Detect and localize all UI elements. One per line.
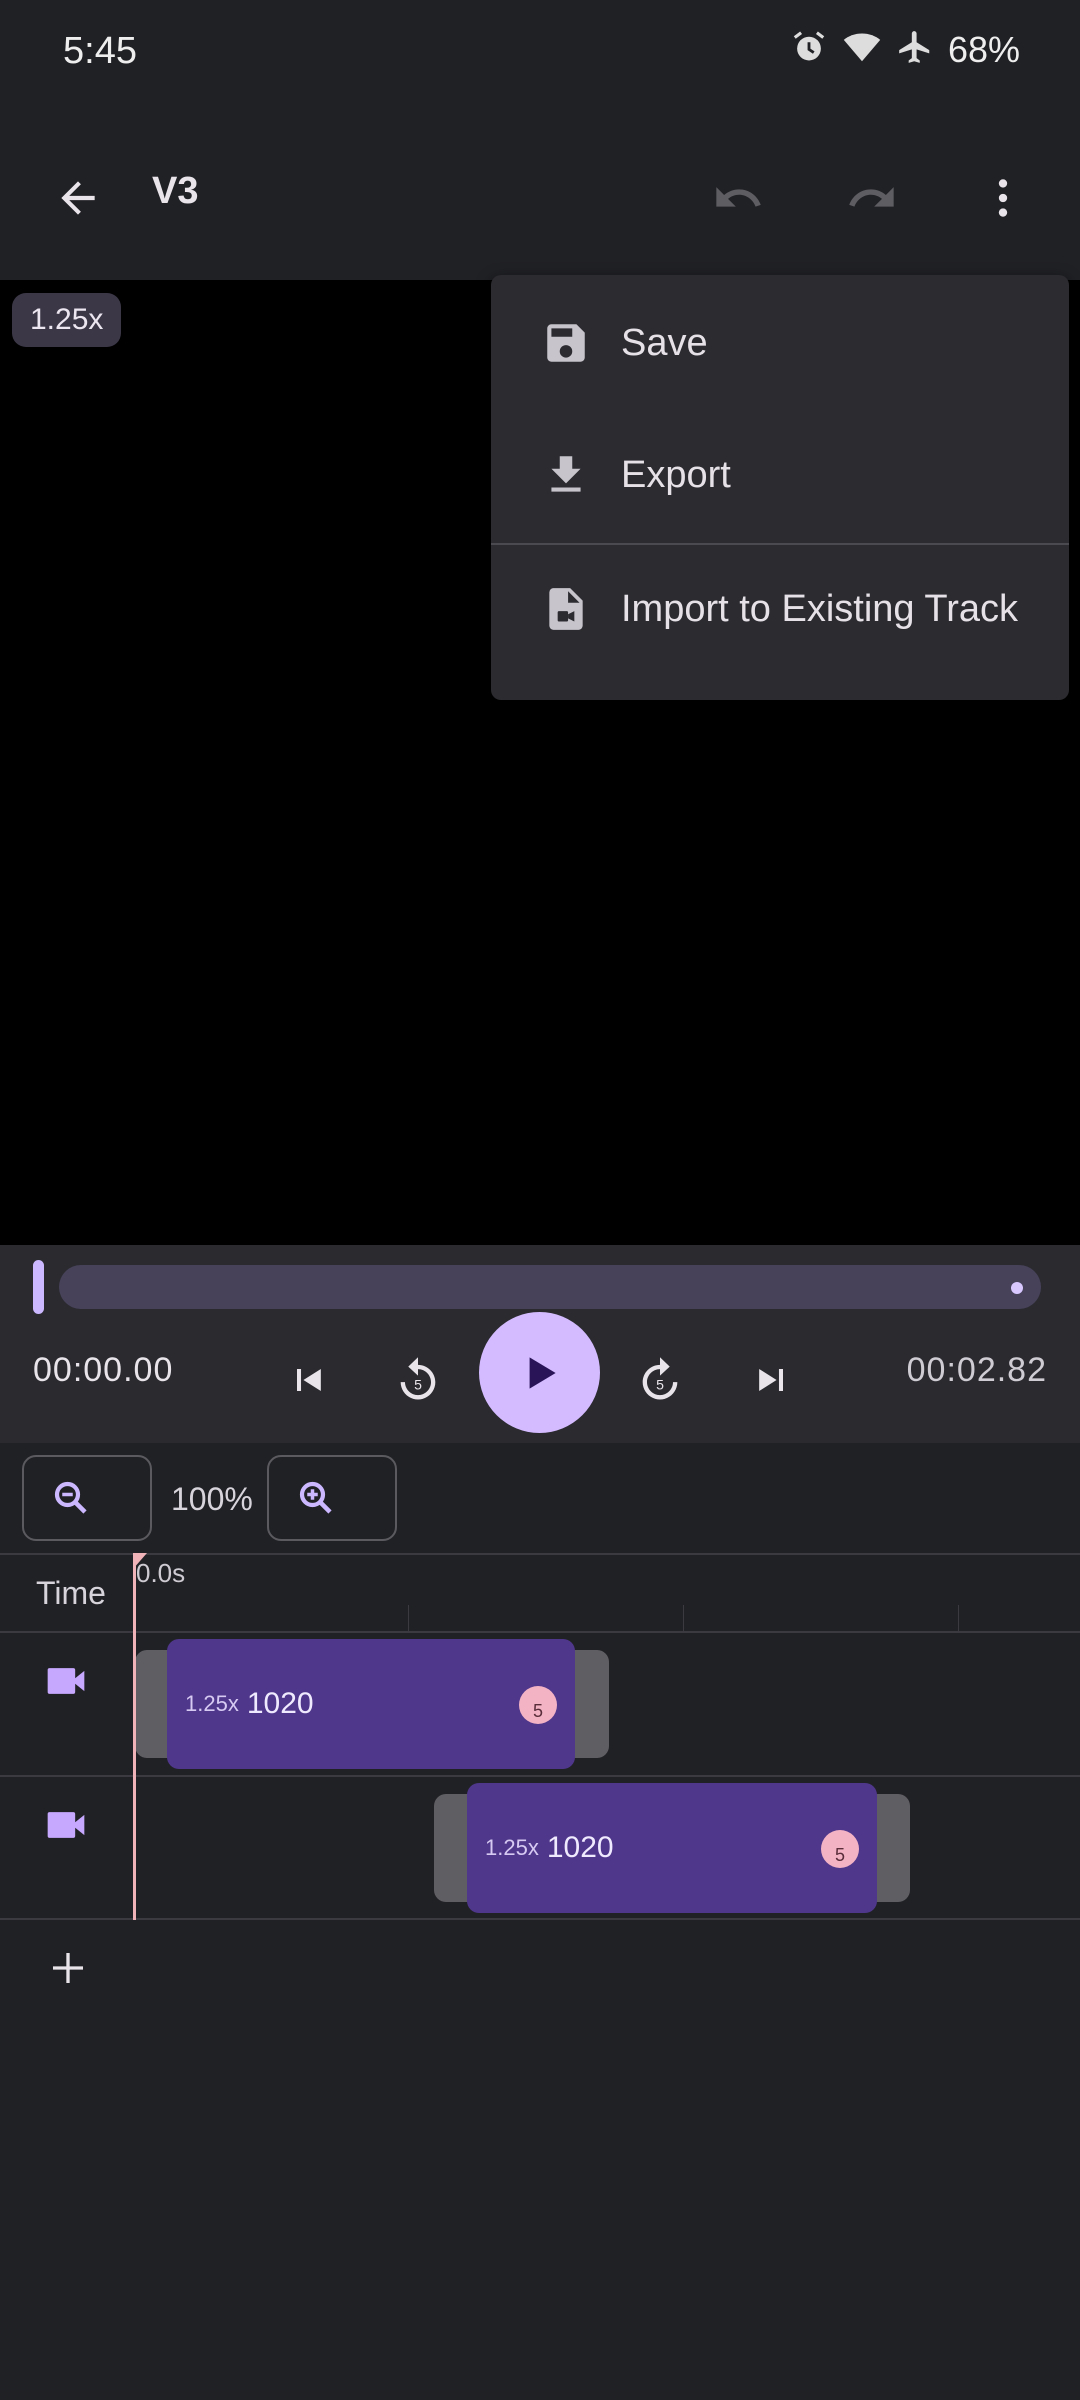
add-track-button[interactable] — [44, 1944, 92, 1992]
plus-icon — [53, 1953, 83, 1983]
menu-item-export[interactable]: Export — [491, 415, 1069, 535]
clip-badge: 5 — [519, 1686, 557, 1724]
zoom-out-button[interactable] — [22, 1455, 152, 1541]
zoom-controls: 100% — [0, 1443, 1080, 1553]
airplane-icon — [896, 28, 934, 71]
clip-badge: 5 — [821, 1830, 859, 1868]
videocam-icon — [47, 1668, 85, 1694]
app-bar: V3 — [0, 110, 1080, 280]
status-bar: 5:45 68% — [0, 0, 1080, 110]
rewind-button[interactable]: 5 — [383, 1345, 453, 1415]
save-icon — [501, 318, 631, 368]
more-options-button[interactable] — [965, 160, 1041, 236]
menu-item-label: Save — [621, 321, 708, 364]
menu-item-import[interactable]: Import to Existing Track — [491, 549, 1069, 669]
wifi-icon — [842, 28, 882, 71]
forward-seconds: 5 — [656, 1377, 664, 1393]
videocam-icon — [47, 1812, 85, 1838]
video-clip[interactable]: 1.25x 1020 5 — [467, 1783, 877, 1913]
total-time: 00:02.82 — [906, 1351, 1047, 1389]
zoom-in-icon — [299, 1481, 332, 1514]
divider — [0, 1631, 1080, 1633]
battery-level: 68% — [947, 28, 1020, 70]
replay-5-icon: 5 — [400, 1357, 436, 1400]
clip-speed: 1.25x — [185, 1691, 239, 1716]
ruler-tick — [408, 1605, 409, 1631]
scrubber-end-dot — [1011, 1282, 1023, 1294]
skip-to-start-button[interactable] — [273, 1345, 343, 1415]
project-title: V3 — [152, 170, 199, 212]
ruler-tick — [958, 1605, 959, 1631]
skip-next-icon — [759, 1369, 783, 1391]
scrubber-track[interactable] — [59, 1265, 1041, 1309]
overflow-menu: Save Export Import to Existing Track — [491, 275, 1069, 700]
current-time: 00:00.00 — [33, 1351, 174, 1389]
clip-name: 1020 — [546, 1831, 614, 1864]
playhead[interactable] — [133, 1555, 136, 1920]
skip-previous-icon — [297, 1369, 321, 1391]
clip-name: 1020 — [246, 1687, 314, 1720]
alarm-icon — [790, 28, 828, 71]
divider — [0, 1775, 1080, 1777]
zoom-in-button[interactable] — [267, 1455, 397, 1541]
ruler-tick — [683, 1605, 684, 1631]
speed-badge: 1.25x — [12, 293, 122, 347]
more-vert-icon — [998, 179, 1008, 217]
video-clip[interactable]: 1.25x 1020 5 — [167, 1639, 575, 1769]
back-button[interactable] — [40, 160, 116, 236]
redo-button[interactable] — [834, 160, 910, 236]
divider — [0, 1918, 1080, 1920]
zoom-out-icon — [54, 1481, 87, 1514]
forward-5-icon: 5 — [642, 1357, 678, 1400]
menu-item-save[interactable]: Save — [491, 283, 1069, 403]
undo-icon — [716, 187, 761, 207]
divider — [0, 1553, 1080, 1555]
time-row-label: Time — [36, 1575, 106, 1611]
redo-icon — [849, 187, 894, 207]
menu-item-label: Import to Existing Track — [621, 587, 1019, 630]
back-arrow-icon — [61, 181, 95, 215]
rewind-seconds: 5 — [414, 1377, 422, 1393]
skip-to-end-button[interactable] — [737, 1345, 807, 1415]
status-time: 5:45 — [63, 30, 137, 72]
menu-item-label: Export — [621, 453, 731, 496]
player-controls: 00:00.00 5 5 00:02.82 — [0, 1245, 1080, 1443]
status-icons: 68% — [790, 28, 1020, 71]
play-icon — [529, 1356, 556, 1389]
play-button[interactable] — [479, 1312, 600, 1433]
clip-speed: 1.25x — [485, 1835, 539, 1860]
scrubber-handle[interactable] — [33, 1260, 44, 1314]
file-import-icon — [501, 584, 631, 634]
ruler-start-label: 0.0s — [136, 1558, 186, 1588]
menu-divider — [491, 543, 1069, 545]
undo-button[interactable] — [700, 160, 776, 236]
timeline[interactable]: Time 0.0s 1.25x 1020 5 1.25x 1020 5 — [0, 1553, 1080, 1920]
zoom-level: 100% — [171, 1481, 253, 1517]
download-icon — [501, 450, 631, 500]
forward-button[interactable]: 5 — [625, 1345, 695, 1415]
